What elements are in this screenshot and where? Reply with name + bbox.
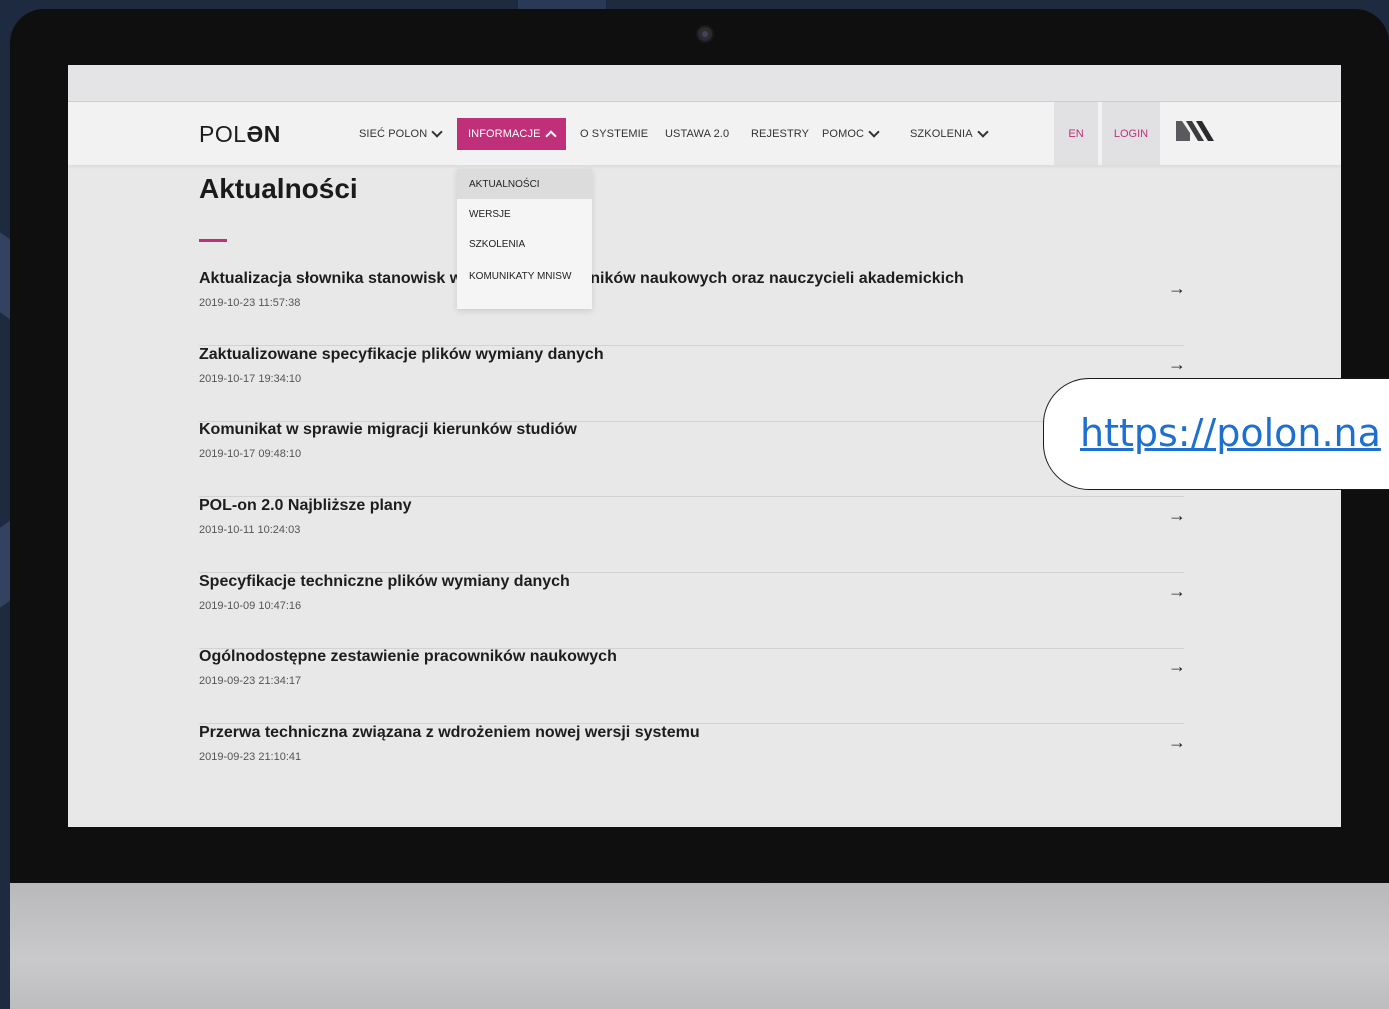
chevron-up-icon: [544, 130, 557, 142]
news-date: 2019-10-23 11:57:38: [199, 297, 301, 309]
news-item[interactable]: Komunikat w sprawie migracji kierunków s…: [199, 421, 1186, 497]
dropdown-item-szkolenia[interactable]: SZKOLENIA: [457, 229, 592, 259]
arrow-right-icon[interactable]: →: [1168, 581, 1186, 602]
arrow-right-icon[interactable]: →: [1168, 505, 1186, 526]
dropdown-item-aktualnosci[interactable]: AKTUALNOŚCI: [457, 169, 592, 199]
camera-icon: [696, 25, 714, 43]
news-headline: Przerwa techniczna związana z wdrożeniem…: [199, 724, 700, 741]
url-callout: https://polon.na: [1043, 378, 1389, 490]
arrow-right-icon[interactable]: →: [1168, 732, 1186, 753]
chevron-down-icon: [868, 126, 880, 138]
nav-pomoc[interactable]: POMOC: [822, 118, 880, 150]
nav-siec-polon[interactable]: SIEĆ POLON: [359, 118, 443, 150]
logo-text-light: POL: [199, 121, 247, 147]
nav-label: SIEĆ POLON: [359, 128, 428, 140]
news-date: 2019-09-23 21:34:17: [199, 675, 302, 687]
arrow-right-icon[interactable]: →: [1168, 354, 1186, 375]
polon-logo[interactable]: POLƏN: [199, 121, 281, 148]
nav-o-systemie[interactable]: O SYSTEMIE: [580, 118, 648, 150]
nav-informacje[interactable]: INFORMACJE: [457, 118, 566, 150]
news-item[interactable]: Zaktualizowane specyfikacje plików wymia…: [199, 346, 1186, 422]
news-headline: Komunikat w sprawie migracji kierunków s…: [199, 421, 577, 438]
chevron-down-icon: [431, 126, 443, 138]
nav-szkolenia[interactable]: SZKOLENIA: [910, 118, 989, 150]
nav-label: USTAWA 2.0: [665, 128, 730, 140]
news-item[interactable]: POL-on 2.0 Najbliższe plany 2019-10-11 1…: [199, 497, 1186, 573]
news-item[interactable]: Przerwa techniczna związana z wdrożeniem…: [199, 724, 1186, 800]
news-item[interactable]: Specyfikacje techniczne plików wymiany d…: [199, 573, 1186, 649]
browser-top-bar: [68, 65, 1341, 102]
title-accent-bar: [199, 239, 227, 242]
nav-ustawa[interactable]: USTAWA 2.0: [665, 118, 729, 150]
informacje-dropdown: AKTUALNOŚCI WERSJE SZKOLENIA KOMUNIKATY …: [457, 169, 592, 309]
nav-label: POMOC: [822, 128, 865, 140]
news-item[interactable]: Ogólnodostępne zestawienie pracowników n…: [199, 648, 1186, 724]
dropdown-item-komunikaty[interactable]: KOMUNIKATY MNISW: [457, 261, 592, 291]
arrow-right-icon[interactable]: →: [1168, 656, 1186, 677]
site-header: POLƏN SIEĆ POLON INFORMACJE O SYSTEMIE U…: [68, 102, 1341, 165]
monitor-chin: [10, 883, 1389, 1009]
news-date: 2019-10-17 19:34:10: [199, 373, 302, 385]
dropdown-item-wersje[interactable]: WERSJE: [457, 199, 592, 229]
url-link[interactable]: https://polon.na: [1080, 411, 1381, 455]
news-headline: Zaktualizowane specyfikacje plików wymia…: [199, 346, 604, 363]
ministry-logo-icon[interactable]: [1176, 119, 1216, 141]
logo-text-bold: ƏN: [246, 121, 281, 147]
nav-rejestry[interactable]: REJESTRY: [751, 118, 809, 150]
news-headline: POL-on 2.0 Najbliższe plany: [199, 497, 412, 514]
arrow-right-icon[interactable]: →: [1168, 278, 1186, 299]
monitor-frame: POLƏN SIEĆ POLON INFORMACJE O SYSTEMIE U…: [10, 9, 1389, 1009]
news-item[interactable]: Aktualizacja słownika stanowisk w zakres…: [199, 270, 1186, 346]
page-title: Aktualności: [199, 173, 358, 204]
news-date: 2019-10-09 10:47:16: [199, 600, 302, 612]
login-button[interactable]: LOGIN: [1102, 102, 1160, 165]
nav-label: INFORMACJE: [468, 128, 541, 140]
news-date: 2019-10-11 10:24:03: [199, 524, 301, 536]
news-date: 2019-10-17 09:48:10: [199, 448, 302, 460]
nav-label: REJESTRY: [751, 128, 810, 140]
news-headline: Ogólnodostępne zestawienie pracowników n…: [199, 648, 617, 665]
chevron-down-icon: [976, 126, 989, 138]
nav-label: SZKOLENIA: [910, 128, 973, 140]
nav-label: O SYSTEMIE: [580, 128, 649, 140]
news-date: 2019-09-23 21:10:41: [199, 751, 302, 763]
news-headline: Specyfikacje techniczne plików wymiany d…: [199, 573, 570, 590]
language-switch[interactable]: EN: [1054, 102, 1098, 165]
